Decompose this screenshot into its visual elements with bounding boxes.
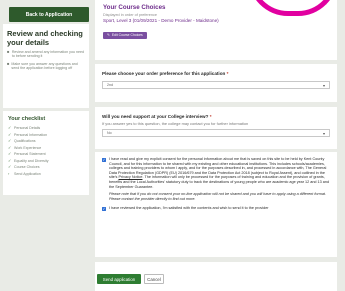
check-icon: ✓	[8, 157, 12, 163]
edit-icon: ✎	[107, 33, 110, 37]
required-marker: *	[226, 71, 229, 76]
check-icon: ✓	[8, 164, 12, 170]
interview-support-panel: Will you need support at your College in…	[95, 107, 337, 149]
edit-course-choices-button[interactable]: ✎ Edit Course Choices	[103, 31, 147, 39]
review-confirm-checkbox[interactable]: ✓	[102, 206, 106, 211]
privacy-notice-link[interactable]: Privacy Notice	[118, 175, 142, 179]
consent-checkbox[interactable]: ✓	[102, 157, 106, 162]
review-confirm-text: I have reviewed the application, I'm sat…	[109, 206, 269, 211]
checklist-title: Your checklist	[8, 116, 46, 122]
check-icon: ✓	[8, 151, 12, 157]
consent-note: Please note that if you do not consent y…	[109, 192, 327, 201]
interview-support-help: If you answer yes to this question, the …	[102, 121, 249, 126]
actions-bar: Send application Cancel	[95, 262, 337, 291]
checklist-card: Your checklist ✓ Personal Details ✓ Person…	[3, 111, 89, 195]
check-icon: ✓	[8, 131, 12, 137]
review-title: Review and checking your details	[7, 29, 83, 47]
consent-text: I have read and give my explicit consent…	[109, 157, 330, 189]
review-item: ■ Make sure you answer any questions and…	[7, 60, 78, 71]
check-icon: ✓	[8, 144, 12, 150]
consent-panel: ✓ I have read and give my explicit conse…	[95, 152, 337, 257]
interview-support-select[interactable]: No ▾	[102, 129, 330, 137]
interview-support-label: Will you need support at your College in…	[102, 114, 212, 119]
order-preference-label: Please choose your order preference for …	[102, 71, 229, 76]
checklist-item-send-application[interactable]: › Send Application	[8, 171, 84, 178]
order-preference-panel: Please choose your order preference for …	[95, 64, 337, 102]
bullet-icon: ■	[7, 60, 10, 66]
required-marker: *	[209, 114, 212, 119]
order-preference-select[interactable]: 2nd ▾	[102, 81, 330, 89]
arrow-right-icon: ›	[8, 170, 10, 176]
sidebar: Back to Application Review and checking …	[0, 0, 91, 291]
chevron-down-icon: ▾	[322, 82, 325, 88]
course-choice-item[interactable]: Sport, Level 3 (01/09/2021 - Demo Provid…	[103, 18, 329, 23]
consent-row: ✓ I have read and give my explicit conse…	[102, 157, 330, 189]
review-card: Review and checking your details ■ Revie…	[3, 24, 89, 108]
bullet-icon: ■	[7, 49, 10, 54]
cancel-button[interactable]: Cancel	[144, 274, 164, 284]
review-confirm-row: ✓ I have reviewed the application, I'm s…	[102, 206, 330, 211]
check-icon: ✓	[8, 125, 12, 131]
chevron-down-icon: ▾	[322, 130, 325, 136]
review-item: ■ Review and amend any information you n…	[7, 49, 84, 59]
check-icon: ✓	[8, 138, 12, 144]
back-to-application-button[interactable]: Back to Application	[9, 7, 89, 22]
send-application-button[interactable]: Send application	[97, 274, 141, 284]
